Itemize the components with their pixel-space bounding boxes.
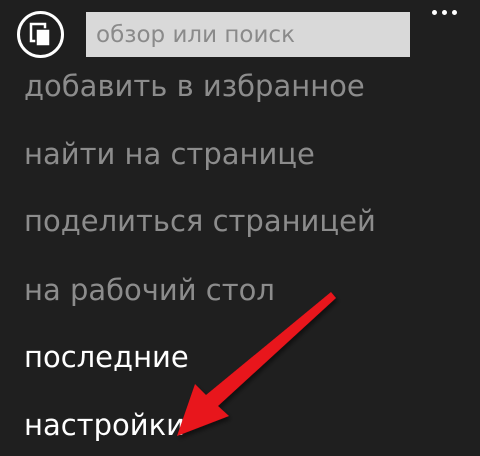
menu-item-recent[interactable]: последние — [24, 339, 189, 375]
more-options-button[interactable] — [428, 6, 460, 24]
menu-item-find-on-page[interactable]: найти на странице — [24, 136, 315, 172]
menu-item-pin-to-start[interactable]: на рабочий стол — [24, 272, 275, 308]
address-search-input[interactable] — [86, 12, 410, 57]
tabs-button[interactable] — [17, 11, 64, 58]
menu-item-share-page[interactable]: поделиться страницей — [24, 203, 376, 239]
menu-item-settings[interactable]: настройки — [24, 407, 185, 443]
more-dot — [452, 10, 457, 15]
browser-menu: добавить в избранное найти на странице п… — [24, 0, 464, 456]
menu-item-add-to-favorites[interactable]: добавить в избранное — [24, 68, 365, 104]
more-dots-icon — [432, 10, 437, 15]
more-dot — [442, 10, 447, 15]
browser-menu-screen: добавить в избранное найти на странице п… — [0, 0, 480, 456]
tabs-icon — [29, 22, 51, 47]
